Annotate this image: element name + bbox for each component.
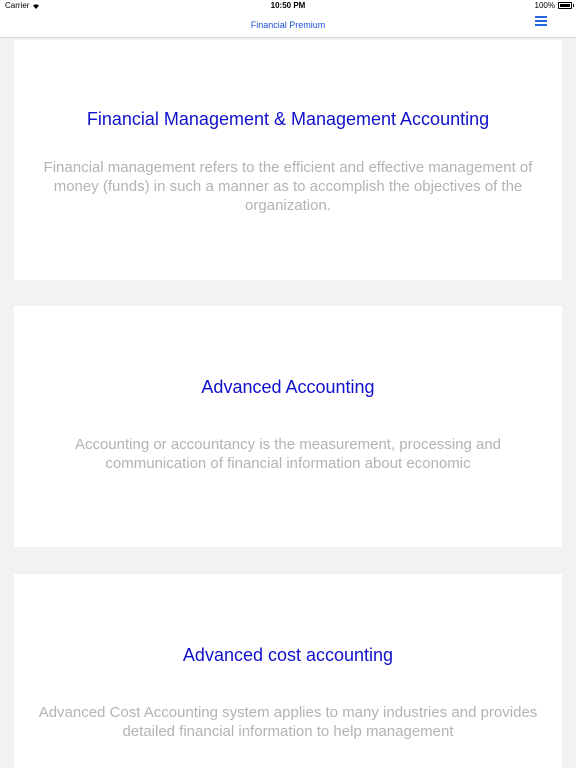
battery-percent: 100% <box>534 1 555 10</box>
nav-bar: Financial Premium <box>0 12 576 38</box>
course-card-advanced-cost-accounting[interactable]: Advanced cost accounting Advanced Cost A… <box>14 574 562 768</box>
card-description: Advanced Cost Accounting system applies … <box>38 704 538 740</box>
hamburger-menu-icon[interactable] <box>535 16 547 28</box>
status-bar: Carrier 10:50 PM 100% <box>0 0 576 12</box>
card-title: Advanced Accounting <box>201 377 375 397</box>
card-title: Advanced cost accounting <box>182 645 394 665</box>
card-description: Accounting or accountancy is the measure… <box>74 436 502 472</box>
status-time: 10:50 PM <box>270 1 306 10</box>
card-description: Financial management refers to the effic… <box>43 159 533 214</box>
battery-indicator: 100% <box>534 1 574 10</box>
nav-title: Financial Premium <box>250 20 326 30</box>
card-title: Financial Management & Management Accoun… <box>86 109 490 129</box>
course-card-financial-management[interactable]: Financial Management & Management Accoun… <box>14 40 562 280</box>
battery-icon <box>558 2 574 9</box>
course-card-advanced-accounting[interactable]: Advanced Accounting Accounting or accoun… <box>14 306 562 547</box>
